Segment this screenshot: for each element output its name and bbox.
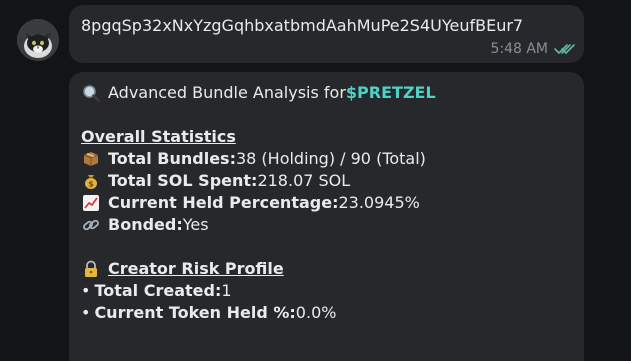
cat-avatar-image: [17, 19, 59, 61]
stat-value: 218.07 SOL: [257, 171, 351, 190]
analysis-header-text: Advanced Bundle Analysis for: [108, 83, 346, 102]
analysis-header: Advanced Bundle Analysis for $PRETZEL: [81, 82, 572, 104]
creator-value: 0.0%: [295, 303, 337, 322]
stat-label: Total Bundles:: [108, 149, 236, 168]
avatar[interactable]: [17, 19, 59, 61]
analysis-message-bubble[interactable]: Advanced Bundle Analysis for $PRETZEL Ov…: [69, 72, 584, 361]
svg-text:$: $: [88, 180, 94, 189]
stat-label: Bonded:: [108, 215, 183, 234]
double-check-icon: [554, 44, 575, 54]
creator-title: Creator Risk Profile: [108, 259, 284, 278]
stat-value: 23.0945%: [338, 193, 420, 212]
stat-row-bonded: Bonded: Yes: [81, 214, 572, 236]
chart-increasing-icon: [81, 193, 101, 213]
bullet: •: [81, 303, 91, 322]
creator-label: Current Token Held %:: [94, 303, 296, 322]
stat-row-current-held-percentage: Current Held Percentage: 23.0945%: [81, 192, 572, 214]
stat-label: Total SOL Spent:: [108, 171, 258, 190]
message-time: 5:48 AM: [490, 41, 548, 57]
money-bag-icon: $: [81, 171, 101, 191]
package-icon: [81, 149, 101, 169]
link-icon: [81, 215, 101, 235]
creator-label: Total Created:: [94, 281, 222, 300]
creator-row-current-token-held: • Current Token Held %: 0.0%: [81, 302, 572, 324]
message-text: 8pgqSp32xNxYzgGqhbxatbmdAahMuPe2S4UYeufB…: [81, 16, 524, 35]
locked-icon: [81, 259, 101, 279]
creator-value: 1: [221, 281, 232, 300]
stat-row-total-sol-spent: $ Total SOL Spent: 218.07 SOL: [81, 170, 572, 192]
bullet: •: [81, 281, 91, 300]
token-symbol: $PRETZEL: [345, 83, 436, 102]
stat-value: Yes: [182, 215, 209, 234]
stat-row-total-bundles: Total Bundles: 38 (Holding) / 90 (Total): [81, 148, 572, 170]
stat-value: 38 (Holding) / 90 (Total): [235, 149, 426, 168]
section-title-creator-risk-profile: Creator Risk Profile: [81, 258, 572, 280]
creator-row-total-created: • Total Created: 1: [81, 280, 572, 302]
search-icon: [81, 83, 101, 103]
chat-view: 8pgqSp32xNxYzgGqhbxatbmdAahMuPe2S4UYeufB…: [0, 0, 631, 361]
message-meta: 5:48 AM: [490, 41, 576, 57]
message-bubble[interactable]: 8pgqSp32xNxYzgGqhbxatbmdAahMuPe2S4UYeufB…: [69, 5, 584, 63]
stat-label: Current Held Percentage:: [108, 193, 339, 212]
section-title-overall-statistics: Overall Statistics: [81, 127, 236, 146]
